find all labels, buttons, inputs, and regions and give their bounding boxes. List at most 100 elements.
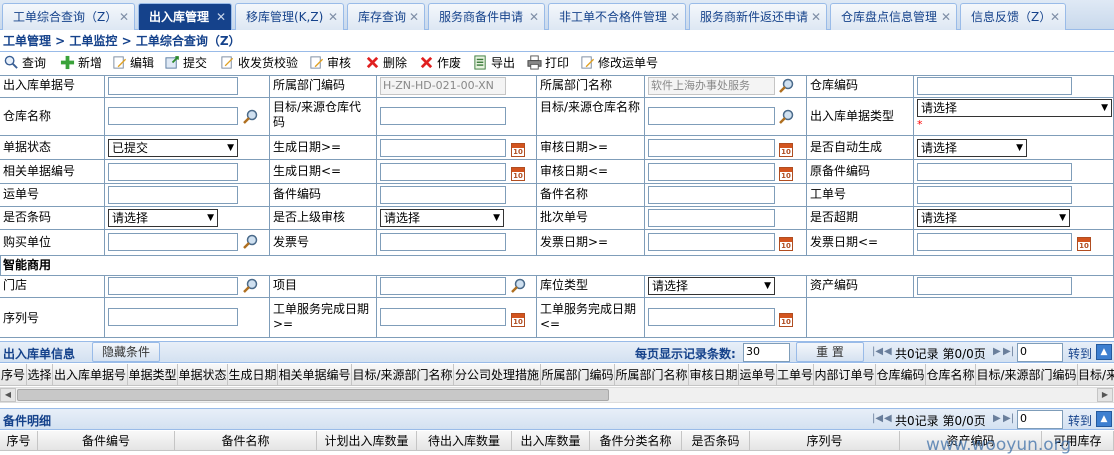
create-date-from-input[interactable]: [380, 139, 506, 157]
first-page-icon[interactable]: |◀: [872, 346, 883, 357]
part-code-input[interactable]: [380, 186, 506, 204]
col-target-dept-name[interactable]: 目标/来源部门名称: [352, 364, 454, 385]
close-icon[interactable]: ✕: [1049, 4, 1061, 30]
tab-provider-parts-request[interactable]: 服务商备件申请 ✕: [428, 3, 545, 30]
query-button[interactable]: 查询: [4, 54, 46, 72]
inout-no-input[interactable]: [108, 77, 238, 95]
col-internal-order[interactable]: 内部订单号: [814, 364, 876, 385]
doc-status-select[interactable]: 已提交 ▼: [108, 139, 238, 157]
superior-review-select[interactable]: 请选择 ▼: [380, 209, 504, 227]
lookup-icon[interactable]: [511, 278, 527, 294]
export-button[interactable]: 导出: [473, 54, 515, 72]
col-part-barcode[interactable]: 是否条码: [682, 431, 750, 450]
location-type-select[interactable]: 请选择 ▼: [648, 277, 775, 295]
col-part-name[interactable]: 备件名称: [175, 431, 317, 450]
col-inout-qty[interactable]: 出入库数量: [512, 431, 590, 450]
col-inout-no[interactable]: 出入库单据号: [53, 364, 128, 385]
col-waybill[interactable]: 运单号: [739, 364, 777, 385]
invoice-date-to-input[interactable]: [917, 233, 1072, 251]
calendar-icon[interactable]: 10: [779, 313, 793, 327]
close-icon[interactable]: ✕: [669, 4, 681, 30]
review-button[interactable]: 审核: [309, 54, 351, 72]
col-dept-name[interactable]: 所属部门名称: [615, 364, 689, 385]
tab-non-order-defect[interactable]: 非工单不合格件管理 ✕: [548, 3, 686, 30]
is-overdue-select[interactable]: 请选择 ▼: [917, 209, 1070, 227]
col-review-date[interactable]: 审核日期: [689, 364, 739, 385]
col-pending-qty[interactable]: 待出入库数量: [417, 431, 512, 450]
lookup-icon[interactable]: [243, 109, 259, 125]
last-page-icon[interactable]: ▶|: [1003, 413, 1014, 424]
parts-page-input[interactable]: 0: [1017, 410, 1063, 429]
work-order-no-input[interactable]: [917, 186, 1072, 204]
project-input[interactable]: [380, 277, 506, 295]
close-icon[interactable]: ✕: [528, 4, 540, 30]
lookup-icon[interactable]: [243, 278, 259, 294]
warehouse-code-input[interactable]: [917, 77, 1072, 95]
col-planned-qty[interactable]: 计划出入库数量: [317, 431, 417, 450]
horizontal-scrollbar[interactable]: ◀ ▶: [0, 387, 1114, 403]
modify-waybill-button[interactable]: 修改运单号: [580, 54, 658, 72]
inout-type-select[interactable]: 请选择 ▼: [917, 99, 1112, 117]
tab-inout-management[interactable]: 出入库管理 ✕: [138, 3, 232, 30]
col-part-serial[interactable]: 序列号: [750, 431, 900, 450]
delete-button[interactable]: 删除: [365, 54, 407, 72]
warehouse-name-input[interactable]: [108, 107, 238, 125]
calendar-icon[interactable]: 10: [511, 313, 525, 327]
reset-button[interactable]: 重 置: [796, 342, 864, 362]
per-page-input[interactable]: 30: [743, 343, 790, 362]
tab-provider-return[interactable]: 服务商新件返还申请 ✕: [689, 3, 827, 30]
col-branch-action[interactable]: 分公司处理措施: [454, 364, 541, 385]
calendar-icon[interactable]: 10: [779, 167, 793, 181]
next-page-icon[interactable]: ▶: [993, 346, 1001, 357]
col-warehouse-name[interactable]: 仓库名称: [926, 364, 976, 385]
col-target-dept-code[interactable]: 目标/来源部门编码: [976, 364, 1078, 385]
is-barcode-select[interactable]: 请选择 ▼: [108, 209, 218, 227]
target-warehouse-name-input[interactable]: [648, 107, 775, 125]
close-icon[interactable]: ✕: [327, 4, 339, 30]
tab-work-order-query[interactable]: 工单综合查询（Z） ✕: [2, 3, 135, 30]
inout-page-input[interactable]: 0: [1017, 343, 1063, 362]
lookup-icon[interactable]: [779, 109, 795, 125]
edit-button[interactable]: 编辑: [112, 54, 154, 72]
submit-button[interactable]: 提交: [165, 54, 207, 72]
tab-feedback[interactable]: 信息反馈（Z） ✕: [960, 3, 1066, 30]
inout-goto-link[interactable]: 转到: [1068, 345, 1092, 362]
close-icon[interactable]: ✕: [940, 4, 952, 30]
print-button[interactable]: 打印: [527, 54, 569, 72]
scroll-left-icon[interactable]: ◀: [0, 388, 16, 402]
serial-no-input[interactable]: [108, 308, 238, 326]
part-name-input[interactable]: [648, 186, 775, 204]
close-icon[interactable]: ✕: [215, 4, 227, 30]
review-date-to-input[interactable]: [648, 163, 775, 181]
invoice-no-input[interactable]: [380, 233, 506, 251]
col-create-date[interactable]: 生成日期: [228, 364, 278, 385]
calendar-icon[interactable]: 10: [779, 143, 793, 157]
tab-inventory-query[interactable]: 库存查询 ✕: [347, 3, 425, 30]
buyer-input[interactable]: [108, 233, 238, 251]
close-icon[interactable]: ✕: [118, 4, 130, 30]
col-part-no[interactable]: 备件编号: [38, 431, 175, 450]
col-warehouse-code[interactable]: 仓库编码: [876, 364, 926, 385]
batch-no-input[interactable]: [648, 209, 775, 227]
col-dept-code[interactable]: 所属部门编码: [541, 364, 615, 385]
col-select[interactable]: 选择: [27, 364, 53, 385]
calendar-icon[interactable]: 10: [1077, 237, 1091, 251]
review-date-from-input[interactable]: [648, 139, 775, 157]
first-page-icon[interactable]: |◀: [872, 413, 883, 424]
calendar-icon[interactable]: 10: [511, 167, 525, 181]
void-button[interactable]: 作废: [419, 54, 461, 72]
related-doc-no-input[interactable]: [108, 163, 238, 181]
prev-page-icon[interactable]: ◀: [884, 413, 892, 424]
lookup-icon[interactable]: [779, 78, 795, 94]
next-page-icon[interactable]: ▶: [993, 413, 1001, 424]
tab-transfer-management[interactable]: 移库管理(K,Z) ✕: [235, 3, 344, 30]
col-doc-status[interactable]: 单据状态: [178, 364, 228, 385]
scroll-right-icon[interactable]: ▶: [1097, 388, 1113, 402]
lookup-icon[interactable]: [243, 234, 259, 250]
service-done-date-to-input[interactable]: [648, 308, 775, 326]
calendar-icon[interactable]: 10: [511, 143, 525, 157]
last-page-icon[interactable]: ▶|: [1003, 346, 1014, 357]
col-work-order[interactable]: 工单号: [777, 364, 814, 385]
original-part-code-input[interactable]: [917, 163, 1072, 181]
col-index[interactable]: 序号: [0, 364, 27, 385]
